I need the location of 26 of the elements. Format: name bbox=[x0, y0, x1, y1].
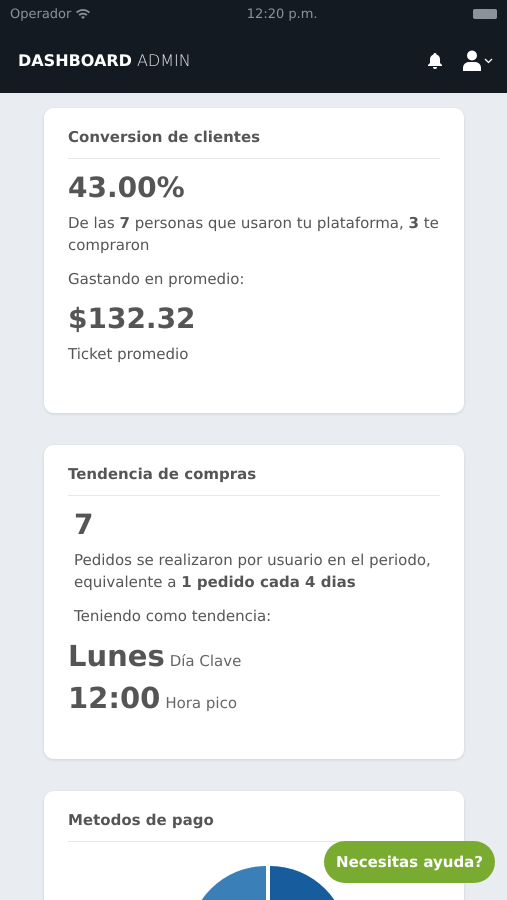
chevron-down-icon bbox=[484, 58, 493, 64]
status-time: 12:20 p.m. bbox=[246, 6, 318, 22]
carrier-name: Operador bbox=[10, 6, 72, 22]
trend-label: Teniendo como tendencia: bbox=[74, 606, 272, 627]
average-amount: $132.32 bbox=[68, 302, 197, 335]
amount-caption: Ticket promedio bbox=[68, 344, 190, 365]
highlight-value: Lunes bbox=[68, 639, 165, 673]
help-button[interactable]: Necesitas ayuda? bbox=[324, 841, 495, 883]
card-title: Conversion de clientes bbox=[68, 128, 440, 159]
app-title: DASHBOARD bbox=[18, 51, 132, 70]
app-subtitle: ADMIN bbox=[136, 51, 191, 70]
conversion-rate: 43.00% bbox=[68, 171, 186, 204]
highlight-caption: Día Clave bbox=[170, 652, 242, 670]
spend-label: Gastando en promedio: bbox=[68, 269, 246, 290]
battery-icon bbox=[473, 9, 497, 19]
highlight-value: 12:00 bbox=[68, 681, 160, 715]
bell-icon bbox=[427, 52, 443, 69]
wifi-icon bbox=[75, 8, 92, 20]
notifications-button[interactable] bbox=[427, 52, 443, 69]
trend-description: Pedidos se realizaron por usuario en el periodo, equivalente a 1 pedido cada 4 dias bbox=[74, 550, 432, 593]
conversion-description: De las 7 personas que usaron tu plataforma, 3 te compraron bbox=[68, 213, 440, 256]
user-icon bbox=[463, 50, 481, 71]
order-count: 7 bbox=[74, 508, 94, 541]
card-title: Tendencia de compras bbox=[68, 465, 440, 496]
user-menu-button[interactable] bbox=[463, 50, 493, 71]
highlight-caption: Hora pico bbox=[165, 694, 238, 712]
